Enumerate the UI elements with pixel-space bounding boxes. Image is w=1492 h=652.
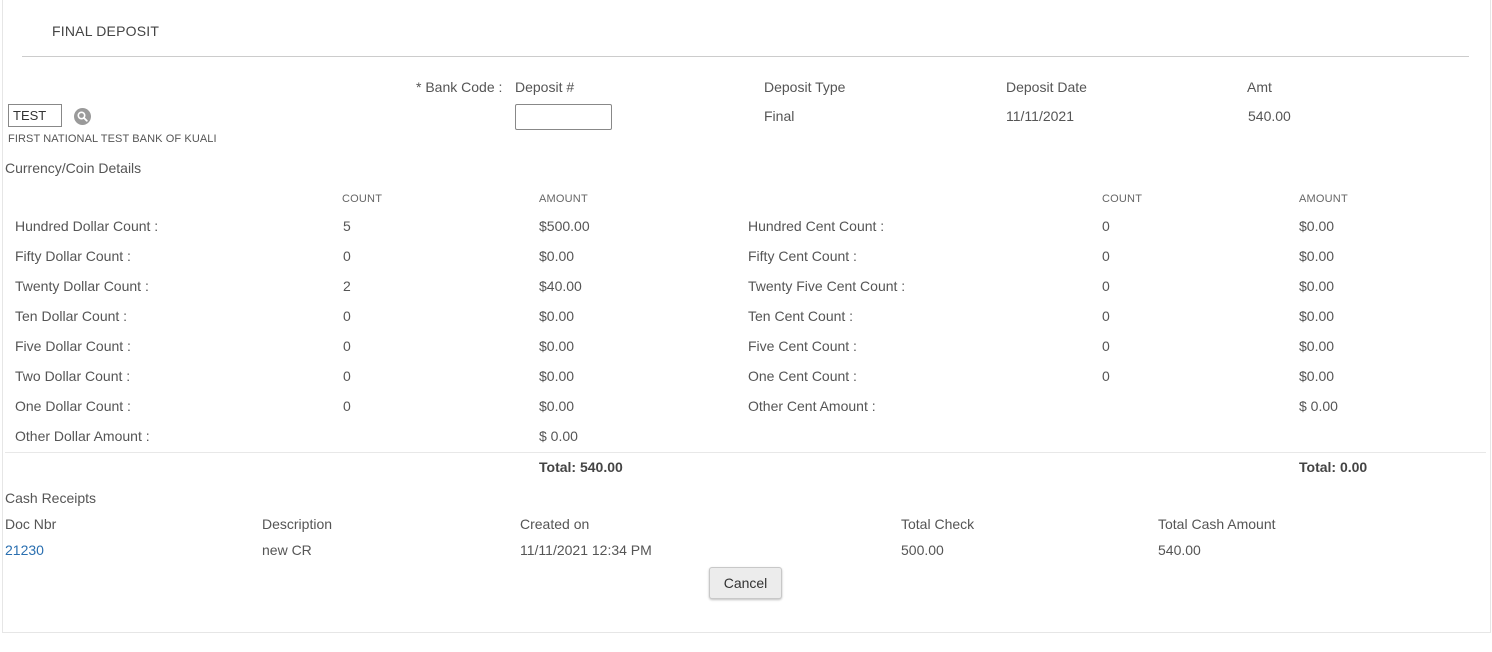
deposit-number-label: Deposit #	[515, 79, 575, 95]
cancel-button[interactable]: Cancel	[709, 567, 782, 599]
cash-receipts-title: Cash Receipts	[5, 490, 97, 506]
dollar-row-amount: $0.00	[539, 368, 575, 384]
cent-row-amount: $0.00	[1299, 278, 1335, 294]
deposit-type-value: Final	[764, 108, 795, 124]
cent-row-count: 0	[1102, 218, 1110, 234]
dollar-row-count: 0	[343, 248, 351, 264]
cent-row-count: 0	[1102, 248, 1110, 264]
dollar-row-label: Twenty Dollar Count :	[15, 278, 149, 294]
dollar-row-label: Fifty Dollar Count :	[15, 248, 131, 264]
cent-row-count: 0	[1102, 308, 1110, 324]
amt-label: Amt	[1247, 79, 1272, 95]
dollar-row-amount: $ 0.00	[539, 428, 578, 444]
currency-section-title: Currency/Coin Details	[5, 160, 142, 176]
dollar-row-count: 2	[343, 278, 351, 294]
dollar-row-amount: $0.00	[539, 308, 575, 324]
dollar-row-count: 5	[343, 218, 351, 234]
title-divider	[22, 56, 1469, 57]
search-icon	[77, 111, 88, 122]
dollar-row-amount: $500.00	[539, 218, 590, 234]
dollar-row-label: Other Dollar Amount :	[15, 428, 150, 444]
dollar-row-label: One Dollar Count :	[15, 398, 131, 414]
dollar-row-amount: $40.00	[539, 278, 582, 294]
receipt-description: new CR	[262, 542, 312, 558]
bank-name: FIRST NATIONAL TEST BANK OF KUALI	[8, 133, 217, 145]
deposit-date-label: Deposit Date	[1006, 79, 1087, 95]
cent-row-count: 0	[1102, 338, 1110, 354]
cent-row-label: One Cent Count :	[748, 368, 857, 384]
dollar-row-count: 0	[343, 338, 351, 354]
total-cash-amount-header: Total Cash Amount	[1158, 516, 1276, 532]
cent-row-amount: $0.00	[1299, 248, 1335, 264]
receipt-total-cash: 540.00	[1158, 542, 1201, 558]
cent-row-label: Five Cent Count :	[748, 338, 857, 354]
dollar-row-count: 0	[343, 368, 351, 384]
cent-row-amount: $0.00	[1299, 368, 1335, 384]
dollar-row-amount: $0.00	[539, 398, 575, 414]
cent-count-header: COUNT	[1102, 193, 1143, 205]
deposit-date-value: 11/11/2021	[1006, 108, 1074, 124]
receipt-created-on: 11/11/2021 12:34 PM	[520, 542, 652, 558]
receipt-total-check: 500.00	[901, 542, 944, 558]
dollar-row-amount: $0.00	[539, 338, 575, 354]
cent-total: Total: 0.00	[1299, 459, 1368, 475]
dollar-row-label: Hundred Dollar Count :	[15, 218, 159, 234]
cent-row-count: 0	[1102, 278, 1110, 294]
dollar-row-count: 0	[343, 308, 351, 324]
cent-row-amount: $ 0.00	[1299, 398, 1338, 414]
cent-row-amount: $0.00	[1299, 218, 1335, 234]
cent-row-label: Hundred Cent Count :	[748, 218, 885, 234]
total-check-header: Total Check	[901, 516, 975, 532]
doc-nbr-header: Doc Nbr	[5, 516, 57, 532]
cent-row-label: Other Cent Amount :	[748, 398, 876, 414]
dollar-row-label: Two Dollar Count :	[15, 368, 131, 384]
cent-amount-header: AMOUNT	[1299, 193, 1348, 205]
bank-code-input[interactable]	[8, 104, 62, 127]
dollar-row-amount: $0.00	[539, 248, 575, 264]
bank-lookup-button[interactable]	[74, 108, 91, 125]
cent-row-amount: $0.00	[1299, 308, 1335, 324]
created-on-header: Created on	[520, 516, 590, 532]
dollar-count-header: COUNT	[342, 193, 383, 205]
cent-row-amount: $0.00	[1299, 338, 1335, 354]
dollar-row-label: Ten Dollar Count :	[15, 308, 128, 324]
page-title: FINAL DEPOSIT	[52, 23, 160, 39]
cent-row-label: Fifty Cent Count :	[748, 248, 857, 264]
bank-code-label: * Bank Code :	[416, 79, 503, 95]
cent-row-count: 0	[1102, 368, 1110, 384]
cent-row-label: Twenty Five Cent Count :	[748, 278, 906, 294]
dollar-total: Total: 540.00	[539, 459, 623, 475]
dollar-amount-header: AMOUNT	[539, 193, 588, 205]
amt-value: 540.00	[1248, 108, 1291, 124]
totals-divider	[5, 452, 1486, 453]
deposit-number-input[interactable]	[515, 104, 612, 130]
dollar-row-label: Five Dollar Count :	[15, 338, 131, 354]
cent-row-label: Ten Cent Count :	[748, 308, 854, 324]
deposit-type-label: Deposit Type	[764, 79, 846, 95]
dollar-row-count: 0	[343, 398, 351, 414]
description-header: Description	[262, 516, 333, 532]
doc-nbr-link[interactable]: 21230	[5, 542, 44, 558]
